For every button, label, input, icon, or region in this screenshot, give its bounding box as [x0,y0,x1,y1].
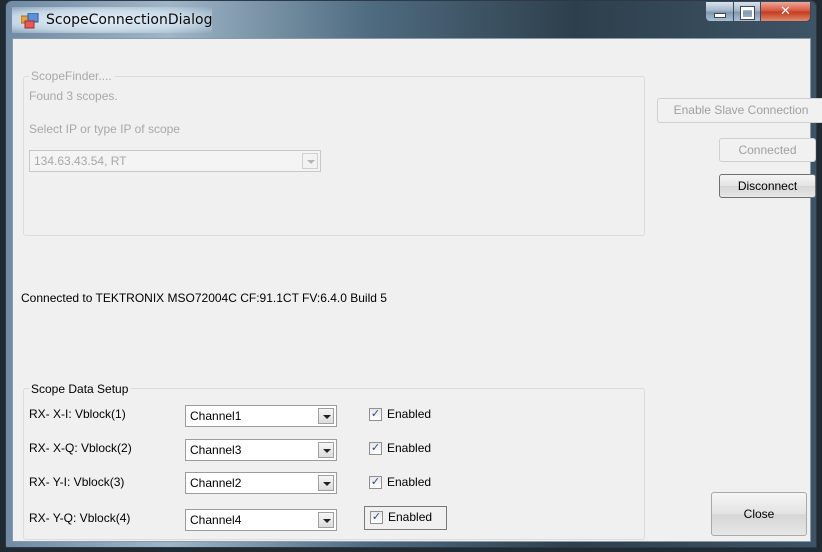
vblock2-enabled-label: Enabled [387,441,432,455]
vblock4-channel-value: Channel4 [190,513,242,527]
chevron-down-icon[interactable] [302,153,318,169]
vblock1-channel-value: Channel1 [190,409,242,423]
close-icon: ✕ [780,4,791,19]
vblock4-label: RX- Y-Q: Vblock(4) [29,511,131,525]
minimize-button[interactable] [705,1,734,22]
connected-button[interactable]: Connected [719,138,816,162]
disconnect-button[interactable]: Disconnect [719,174,816,198]
chevron-down-icon[interactable] [318,475,334,491]
scope-count-status: Found 3 scopes. [29,89,118,103]
chevron-down-icon[interactable] [318,512,334,528]
chevron-down-icon[interactable] [318,442,334,458]
maximize-icon [734,4,760,23]
dialog-client-area: ScopeFinder.... Found 3 scopes. Select I… [12,38,822,542]
scope-finder-group-label: ScopeFinder.... [29,69,114,83]
close-window-button[interactable]: ✕ [760,1,811,22]
vblock4-enabled-checkbox[interactable]: ✓ Enabled [364,506,447,530]
vblock4-channel-select[interactable]: Channel4 [185,509,337,531]
maximize-button[interactable] [733,1,761,22]
chevron-down-icon[interactable] [318,408,334,424]
vblock2-channel-select[interactable]: Channel3 [185,439,337,461]
checkmark-icon: ✓ [370,511,383,524]
enable-slave-connection-button[interactable]: Enable Slave Connection [657,98,822,123]
window-app-icon [21,13,39,29]
vblock4-enabled-label: Enabled [388,510,433,524]
vblock3-channel-select[interactable]: Channel2 [185,472,337,494]
vblock1-enabled-label: Enabled [387,407,432,421]
checkmark-icon: ✓ [369,442,382,455]
checkmark-icon: ✓ [369,476,382,489]
scope-data-setup-label: Scope Data Setup [29,382,131,396]
vblock1-channel-select[interactable]: Channel1 [185,405,337,427]
vblock3-label: RX- Y-I: Vblock(3) [29,475,125,489]
close-button[interactable]: Close [711,492,807,536]
title-bar[interactable]: ScopeConnectionDialog ✕ [6,1,816,37]
select-ip-label: Select IP or type IP of scope [29,122,180,136]
vblock1-label: RX- X-I: Vblock(1) [29,407,126,421]
scope-ip-value: 134.63.43.54, RT [34,154,127,168]
minimize-icon [706,4,733,22]
scope-ip-select[interactable]: 134.63.43.54, RT [29,150,321,172]
connection-status-text: Connected to TEKTRONIX MSO72004C CF:91.1… [21,291,387,305]
vblock3-enabled-label: Enabled [387,475,432,489]
vblock3-channel-value: Channel2 [190,476,242,490]
window-title: ScopeConnectionDialog [46,12,213,28]
vblock2-channel-value: Channel3 [190,443,242,457]
dialog-window: ScopeConnectionDialog ✕ ScopeFinder.... … [5,0,822,548]
vblock2-label: RX- X-Q: Vblock(2) [29,441,132,455]
checkmark-icon: ✓ [369,408,382,421]
